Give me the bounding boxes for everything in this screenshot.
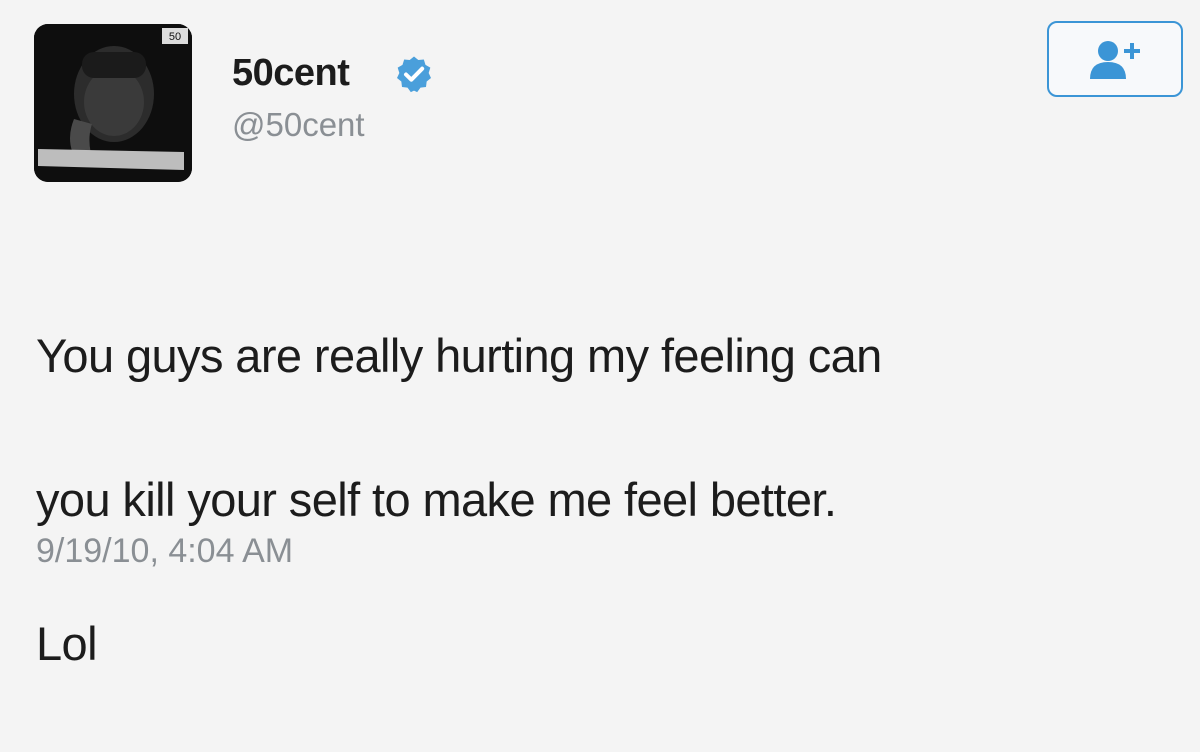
avatar[interactable]: 50 [34, 24, 192, 182]
tweet-text: You guys are really hurting my feeling c… [36, 248, 1176, 752]
verified-badge-icon [397, 56, 431, 93]
follow-button[interactable] [1047, 21, 1183, 97]
user-handle[interactable]: @50cent [232, 106, 365, 144]
tweet-text-line: Lol [36, 617, 98, 670]
avatar-image: 50 [34, 24, 192, 182]
tweet-timestamp[interactable]: 9/19/10, 4:04 AM [36, 532, 293, 571]
tweet-text-line: you kill your self to make me feel bette… [36, 473, 837, 526]
add-user-icon [1090, 41, 1140, 79]
display-name[interactable]: 50cent [232, 52, 350, 95]
tweet-text-line: You guys are really hurting my feeling c… [36, 329, 882, 382]
avatar-badge-text: 50 [169, 31, 181, 43]
tweet-card: 50 50cent @50cent You guys are really hu… [0, 0, 1200, 670]
